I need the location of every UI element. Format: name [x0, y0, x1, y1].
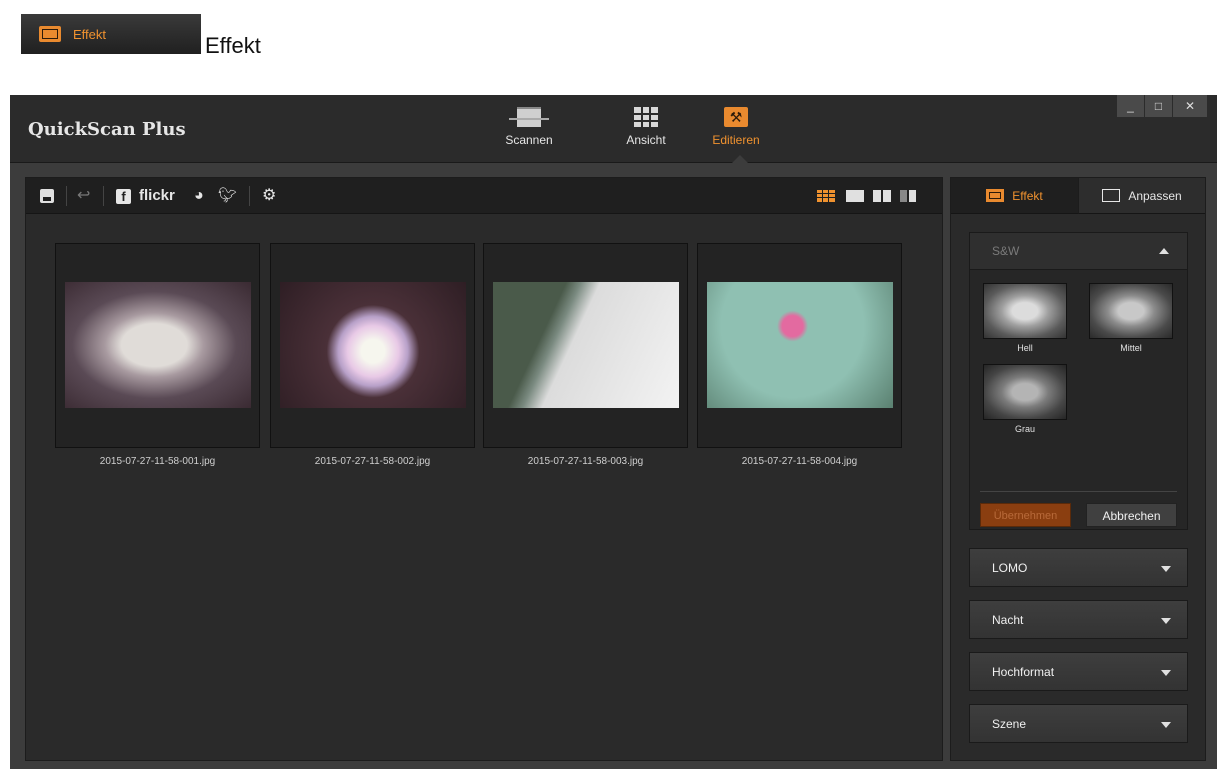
- single-view-icon[interactable]: [846, 190, 864, 202]
- tab-effekt[interactable]: Effekt: [951, 178, 1078, 214]
- accordion-nacht-label: Nacht: [992, 613, 1024, 627]
- sw-group-header[interactable]: S&W: [970, 233, 1187, 270]
- caption-text: Effekt: [205, 33, 261, 58]
- toolbar-divider: [66, 186, 67, 206]
- preset-hell-preview[interactable]: [983, 283, 1067, 339]
- image-effect-icon: [39, 26, 61, 42]
- toolbar: ↩ f flickr ◕ 🐦︎ ⚙: [26, 178, 942, 214]
- grid-view-icon: [634, 107, 658, 127]
- accordion-hochformat[interactable]: Hochformat: [969, 652, 1188, 691]
- minimize-button[interactable]: _: [1117, 95, 1144, 117]
- grid-view-icon[interactable]: [817, 190, 835, 202]
- close-button[interactable]: ✕: [1173, 95, 1207, 117]
- preset-grau-label: Grau: [1014, 424, 1035, 434]
- thumbnail[interactable]: [55, 243, 260, 448]
- thumbnail-image: [493, 282, 679, 408]
- scanner-icon: [509, 107, 549, 127]
- settings-icon[interactable]: ⚙: [262, 187, 276, 205]
- accordion-szene[interactable]: Szene: [969, 704, 1188, 743]
- chevron-up-icon: [1159, 248, 1169, 254]
- preset-mittel-label: Mittel: [1120, 343, 1142, 353]
- chevron-down-icon: [1161, 566, 1171, 572]
- apply-button[interactable]: Übernehmen: [980, 503, 1071, 527]
- side-tabs: Effekt Anpassen: [951, 178, 1205, 214]
- active-nav-indicator: [732, 155, 748, 163]
- nav-editieren[interactable]: Editieren: [696, 103, 776, 157]
- accordion-nacht[interactable]: Nacht: [969, 600, 1188, 639]
- nav-scannen-label: Scannen: [505, 133, 553, 147]
- preset-grau-preview[interactable]: [983, 364, 1067, 420]
- thumbnail[interactable]: [697, 243, 902, 448]
- toolbar-divider: [249, 186, 250, 206]
- thumbnail-filename: 2015-07-27-11-58-004.jpg: [741, 456, 858, 467]
- thumbnail-image: [280, 282, 466, 408]
- thumbnail[interactable]: [270, 243, 475, 448]
- main-panel: ↩ f flickr ◕ 🐦︎ ⚙ 2015-07-27-11-58-001.j…: [25, 177, 943, 761]
- app-title: QuickScan Plus: [28, 119, 186, 140]
- effekt-badge: Effekt: [21, 14, 201, 54]
- maximize-button[interactable]: □: [1145, 95, 1172, 117]
- nav-ansicht[interactable]: Ansicht: [606, 103, 686, 157]
- cancel-button[interactable]: Abbrechen: [1086, 503, 1177, 527]
- preset-mittel-preview[interactable]: [1089, 283, 1173, 339]
- side-panel: Effekt Anpassen S&W Hell Mittel Grau Übe…: [950, 177, 1206, 761]
- thumbnail-image: [65, 282, 251, 408]
- tab-anpassen[interactable]: Anpassen: [1078, 178, 1205, 214]
- sliders-icon: [1102, 189, 1121, 202]
- chevron-down-icon: [1161, 670, 1171, 676]
- sw-group-title: S&W: [992, 244, 1020, 258]
- thumbnail-filename: 2015-07-27-11-58-002.jpg: [314, 456, 431, 467]
- accordion-szene-label: Szene: [992, 717, 1027, 731]
- cloud-icon[interactable]: ◕: [194, 187, 204, 205]
- tab-effekt-label: Effekt: [1012, 188, 1043, 203]
- app-window: QuickScan Plus Scannen Ansicht Editieren…: [10, 95, 1217, 769]
- image-effect-icon: [986, 189, 1005, 202]
- title-bar: QuickScan Plus Scannen Ansicht Editieren…: [10, 95, 1217, 163]
- tab-anpassen-label: Anpassen: [1128, 188, 1182, 203]
- effekt-badge-label: Effekt: [73, 26, 107, 42]
- chevron-down-icon: [1161, 722, 1171, 728]
- divider: [980, 491, 1177, 492]
- accordion-hochformat-label: Hochformat: [992, 665, 1055, 679]
- accordion-lomo-label: LOMO: [992, 561, 1028, 575]
- accordion-lomo[interactable]: LOMO: [969, 548, 1188, 587]
- sw-effect-group: S&W Hell Mittel Grau Übernehmen Abbreche…: [969, 232, 1188, 530]
- thumbnail-image: [707, 282, 893, 408]
- thumbnail-filename: 2015-07-27-11-58-001.jpg: [99, 456, 216, 467]
- nav-ansicht-label: Ansicht: [626, 133, 666, 147]
- thumbnail[interactable]: [483, 243, 688, 448]
- caption-area: Effekt Effekt: [0, 0, 1223, 90]
- facebook-icon[interactable]: f: [116, 189, 131, 204]
- edit-tools-icon: [724, 107, 748, 127]
- preset-hell-label: Hell: [1017, 343, 1033, 353]
- nav-scannen[interactable]: Scannen: [489, 103, 569, 157]
- thumbnail-filename: 2015-07-27-11-58-003.jpg: [527, 456, 644, 467]
- save-icon[interactable]: [40, 189, 54, 203]
- compare-view-icon[interactable]: [900, 190, 916, 202]
- twitter-icon[interactable]: 🐦︎: [218, 187, 237, 205]
- flickr-button[interactable]: flickr: [139, 187, 175, 205]
- double-view-icon[interactable]: [873, 190, 891, 202]
- window-controls: _ □ ✕: [1116, 95, 1207, 117]
- chevron-down-icon: [1161, 618, 1171, 624]
- undo-icon[interactable]: ↩: [77, 187, 90, 205]
- nav-editieren-label: Editieren: [712, 133, 760, 147]
- toolbar-divider: [103, 186, 104, 206]
